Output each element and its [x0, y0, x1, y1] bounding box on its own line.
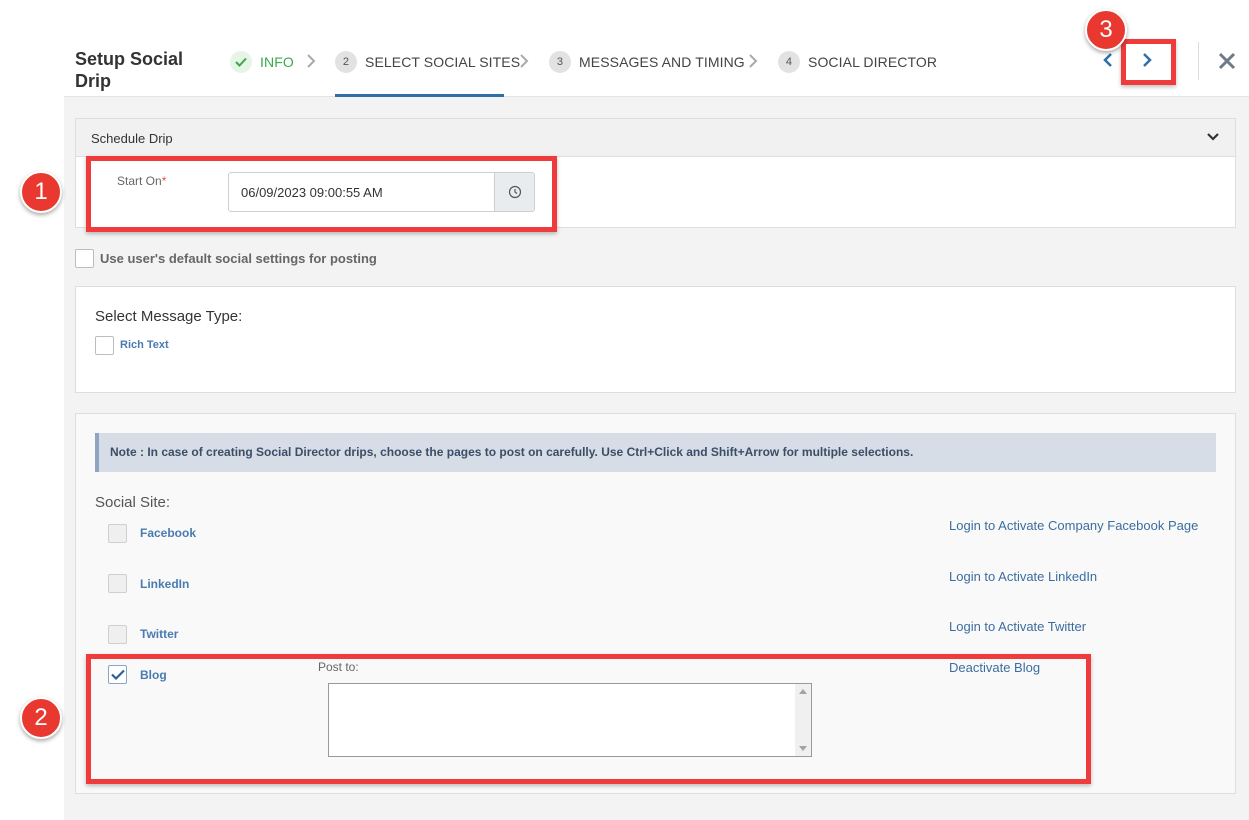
step-number: 3 — [549, 51, 571, 73]
time-picker-button[interactable] — [494, 173, 534, 211]
step-social-director[interactable]: 4 SOCIAL DIRECTOR — [778, 50, 937, 74]
default-social-settings-checkbox[interactable] — [75, 249, 94, 268]
wizard-header: Setup Social Drip — [64, 0, 1249, 97]
message-type-heading: Select Message Type: — [95, 308, 243, 325]
scroll-up-arrow-icon[interactable] — [799, 689, 807, 694]
page-title: Setup Social Drip — [75, 49, 184, 91]
step-messages-and-timing[interactable]: 3 MESSAGES AND TIMING — [549, 50, 745, 74]
start-on-input[interactable] — [229, 173, 495, 211]
step-number: 2 — [335, 51, 357, 73]
facebook-checkbox[interactable] — [108, 524, 127, 543]
note-banner: Note : In case of creating Social Direct… — [95, 433, 1216, 472]
active-step-indicator — [335, 94, 504, 97]
social-site-heading: Social Site: — [95, 494, 171, 511]
activate-facebook-link[interactable]: Login to Activate Company Facebook Page — [949, 518, 1198, 533]
default-social-settings-label: Use user's default social settings for p… — [100, 251, 377, 266]
post-to-list[interactable] — [328, 683, 812, 757]
step-info-label: INFO — [260, 54, 294, 70]
post-to-label: Post to: — [318, 660, 359, 674]
activate-linkedin-link[interactable]: Login to Activate LinkedIn — [949, 569, 1097, 584]
step-social-director-label: SOCIAL DIRECTOR — [808, 54, 938, 70]
message-type-card — [75, 286, 1236, 393]
chevron-right-icon — [307, 54, 316, 68]
annotation-badge-2: 2 — [20, 697, 62, 739]
rich-text-checkbox[interactable] — [95, 336, 114, 355]
twitter-label: Twitter — [140, 627, 179, 641]
scroll-down-arrow-icon[interactable] — [799, 746, 807, 751]
blog-checkbox[interactable] — [108, 665, 127, 684]
schedule-drip-header[interactable]: Schedule Drip — [75, 118, 1236, 157]
chevron-right-icon — [520, 54, 529, 68]
start-on-label: Start On* — [117, 174, 167, 188]
step-select-social-sites-label: SELECT SOCIAL SITES — [365, 54, 521, 70]
checkmark-icon — [230, 51, 252, 73]
linkedin-label: LinkedIn — [140, 577, 190, 591]
annotation-badge-1: 1 — [20, 171, 62, 213]
chevron-right-icon — [1143, 53, 1152, 67]
step-messages-and-timing-label: MESSAGES AND TIMING — [579, 54, 745, 70]
checkmark-icon — [110, 669, 125, 680]
step-select-social-sites[interactable]: 2 SELECT SOCIAL SITES — [335, 50, 520, 74]
linkedin-checkbox[interactable] — [108, 574, 127, 593]
deactivate-blog-link[interactable]: Deactivate Blog — [949, 660, 1040, 675]
start-on-datetime-field — [228, 172, 535, 212]
step-number: 4 — [778, 51, 800, 73]
schedule-drip-title: Schedule Drip — [91, 131, 173, 146]
post-to-textarea[interactable] — [329, 684, 795, 756]
header-divider — [1198, 42, 1199, 80]
chevron-right-icon — [749, 54, 758, 68]
activate-twitter-link[interactable]: Login to Activate Twitter — [949, 619, 1086, 634]
chevron-down-icon — [1207, 133, 1219, 141]
annotation-badge-3: 3 — [1085, 9, 1127, 51]
twitter-checkbox[interactable] — [108, 625, 127, 644]
chevron-left-icon — [1103, 53, 1112, 67]
clock-icon — [508, 185, 521, 199]
scrollbar[interactable] — [795, 684, 811, 756]
close-button[interactable] — [1212, 46, 1242, 76]
blog-label: Blog — [140, 668, 167, 682]
step-info[interactable]: INFO — [230, 50, 294, 74]
next-step-button[interactable] — [1133, 46, 1161, 74]
close-icon — [1218, 52, 1236, 70]
rich-text-label: Rich Text — [120, 339, 169, 351]
facebook-label: Facebook — [140, 526, 197, 540]
